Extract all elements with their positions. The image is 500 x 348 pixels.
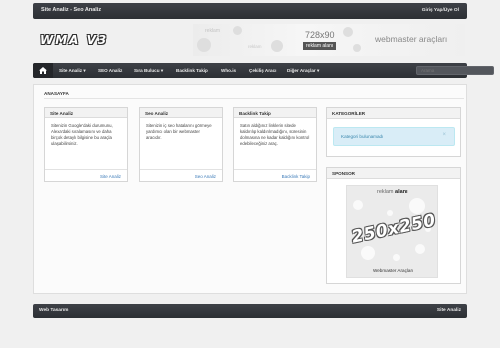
categories-title: KATEGORİLER (327, 108, 460, 119)
ad-decor (393, 254, 400, 261)
footer-left-link[interactable]: Web Tasarım (39, 308, 68, 313)
chevron-down-icon: ▾ (160, 68, 164, 73)
banner-reklam-text: reklam (205, 28, 221, 34)
chevron-down-icon: ▾ (83, 68, 86, 73)
site-logo[interactable]: WMA V3 (40, 33, 108, 47)
banner-decor (233, 26, 242, 35)
tool-card-seo-analiz: Seo Analiz Sitenizin iç seo hatalarını g… (139, 107, 223, 182)
nav-item-backlink-takip[interactable]: Backlink Takip (176, 68, 208, 73)
ad-reklam-text: reklam alanı (377, 189, 408, 195)
header-ad-banner[interactable]: reklam reklam 728x90 reklam alanı webmas… (193, 24, 465, 56)
search-input[interactable] (416, 66, 494, 75)
login-register-link[interactable]: Giriş Yap/Üye Ol (422, 8, 459, 13)
footer-right-link[interactable]: Site Analiz (437, 308, 461, 313)
nav-item-seo-analiz[interactable]: SEO Analiz (98, 68, 122, 73)
ad-decor (361, 246, 375, 260)
card-title: Backlink Takip (234, 108, 316, 118)
categories-empty-alert: Kategori bulunamadı × (333, 127, 455, 146)
sponsor-ad-image[interactable]: reklam alanı 250x250 Webmaster Araçları (346, 185, 438, 278)
nav-item-sira-bulucu[interactable]: Sıra Bulucu ▾ (134, 68, 163, 74)
card-link[interactable]: Site Analiz (45, 169, 127, 181)
card-link[interactable]: Seo Analiz (140, 169, 222, 181)
categories-panel: KATEGORİLER Kategori bulunamadı × (326, 107, 461, 157)
tool-card-backlink-takip: Backlink Takip Satın aldığınız linklerin… (233, 107, 317, 182)
banner-decor (197, 38, 211, 52)
nav-home-button[interactable] (33, 63, 53, 78)
card-description: Sitenizin Google'daki durumunu, Alexa'da… (51, 123, 113, 146)
nav-item-diger-araclar[interactable]: Diğer Araçlar ▾ (287, 68, 319, 74)
site-title-link[interactable]: Site Analiz - Seo Analiz (41, 7, 101, 13)
ad-decor (353, 200, 363, 210)
footer-bar: Web Tasarım Site Analiz (33, 304, 467, 318)
tool-card-site-analiz: Site Analiz Sitenizin Google'daki durumu… (44, 107, 128, 182)
banner-size-text: 728x90 (305, 30, 335, 40)
home-icon (39, 67, 47, 74)
top-bar: Site Analiz - Seo Analiz Giriş Yap/Üye O… (33, 3, 467, 19)
banner-decor (353, 44, 361, 52)
nav-item-cekilis-araci[interactable]: Çekiliş Aracı (249, 68, 276, 73)
banner-decor (271, 40, 283, 52)
nav-item-site-analiz[interactable]: Site Analiz ▾ (59, 68, 86, 74)
card-title: Seo Analiz (140, 108, 222, 118)
chevron-down-icon: ▾ (316, 68, 320, 73)
main-content: ANASAYFA Site Analiz Sitenizin Google'da… (33, 84, 467, 294)
card-description: Satın aldığınız linklerin sitede kaldırı… (240, 123, 310, 146)
sponsor-panel: SPONSOR reklam alanı 250x250 Webmaster A… (326, 167, 461, 284)
banner-reklam-small: reklam (248, 44, 262, 49)
card-title: Site Analiz (45, 108, 127, 118)
banner-site-text: webmaster araçları (375, 34, 448, 44)
card-description: Sitenizin iç seo hatalarını görmeye yard… (146, 123, 212, 140)
ad-size-text: 250x250 (349, 210, 438, 248)
card-link[interactable]: Backlink Takip (234, 169, 316, 181)
ad-decor (387, 210, 393, 216)
close-icon[interactable]: × (442, 132, 446, 138)
ad-decor (415, 244, 425, 254)
banner-alani-text: reklam alanı (303, 42, 337, 50)
divider (44, 98, 464, 99)
sponsor-title: SPONSOR (327, 168, 460, 179)
alert-text: Kategori bulunamadı (341, 134, 384, 139)
main-navbar: Site Analiz ▾ SEO Analiz Sıra Bulucu ▾ B… (33, 63, 494, 78)
banner-decor (343, 27, 353, 37)
nav-item-whois[interactable]: Who.is (221, 68, 236, 73)
ad-footer-text: Webmaster Araçları (373, 268, 414, 273)
breadcrumb[interactable]: ANASAYFA (44, 91, 69, 96)
